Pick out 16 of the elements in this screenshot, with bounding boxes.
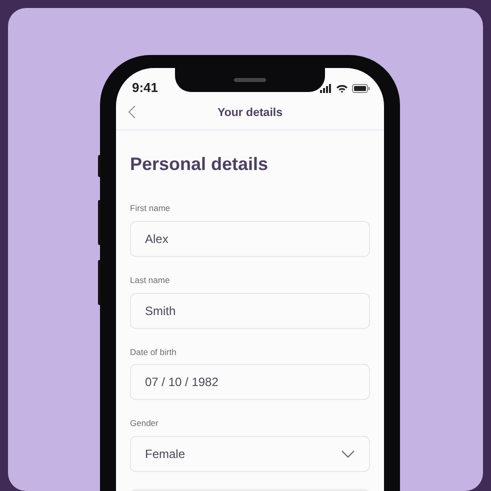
field-label: First name (130, 202, 172, 215)
select-field[interactable]: Female (130, 436, 370, 472)
wifi-icon (336, 84, 348, 92)
field-label: Last name (130, 274, 171, 286)
status-time: 9:41 (132, 79, 158, 98)
screen-title: Your details (218, 106, 282, 121)
input-field[interactable]: Alex (130, 220, 370, 257)
battery-icon (352, 84, 370, 92)
input-field[interactable]: Smith (130, 292, 370, 328)
field-label: Date of birth (130, 346, 178, 358)
field-label: Gender (130, 417, 160, 430)
chevron-down-icon (341, 450, 355, 458)
back-icon[interactable] (128, 105, 136, 119)
section-heading: Personal details (130, 153, 270, 176)
signal-icon (320, 84, 332, 92)
input-field[interactable]: 07 / 10 / 1982 (130, 364, 370, 400)
